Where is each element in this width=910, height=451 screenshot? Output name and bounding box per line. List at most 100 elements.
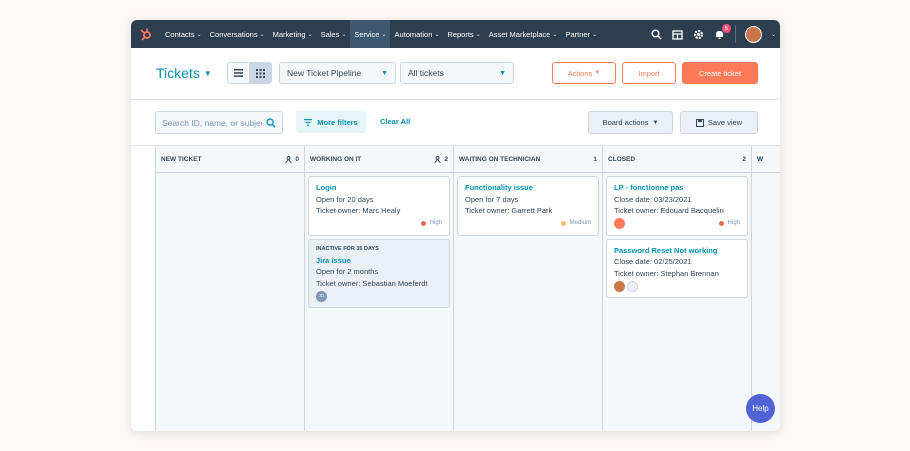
owner-label: Ticket owner: xyxy=(316,206,361,215)
nav-reports[interactable]: Reports ⌄ xyxy=(443,20,484,48)
nav-marketing[interactable]: Marketing ⌄ xyxy=(269,20,317,48)
priority-indicator: High xyxy=(420,218,442,230)
search-input[interactable]: Search ID, name, or subject xyxy=(155,111,283,134)
ticket-age: Open for 7 days xyxy=(465,194,519,204)
ticket-card[interactable]: Password Reset Not working Close date: 0… xyxy=(606,238,748,298)
notification-badge: 5 xyxy=(721,24,731,33)
nav-asset-marketplace[interactable]: Asset Marketplace ⌄ xyxy=(485,20,562,48)
column-header: CLOSED 2 xyxy=(603,146,751,173)
clear-all-link[interactable]: Clear All xyxy=(380,117,410,126)
owner-label: Ticket owner: xyxy=(316,278,361,288)
search-icon xyxy=(266,117,276,128)
owner-name: Stephan Brennan xyxy=(660,268,719,278)
priority-dot xyxy=(560,221,566,226)
marketplace-icon[interactable] xyxy=(672,28,684,40)
owner-label: Ticket owner: xyxy=(465,206,510,215)
column-header: WAITING ON TECHNICIAN 1 xyxy=(454,146,602,173)
create-ticket-button[interactable]: Create ticket xyxy=(682,62,758,84)
caret-down-icon: ▼ xyxy=(499,69,506,77)
column-working-on-it: WORKING ON IT 2 Login Open for 20 days T… xyxy=(305,146,454,431)
nav-sales[interactable]: Sales ⌄ xyxy=(317,20,351,48)
owner-label: Ticket owner: xyxy=(614,268,659,278)
hubspot-logo-icon[interactable] xyxy=(137,25,155,43)
owner-name: Edouard Bacquelin xyxy=(660,206,724,215)
close-date: Close date: 03/23/2021 xyxy=(614,194,692,204)
help-button[interactable]: Help xyxy=(746,394,775,423)
column-title: NEW TICKET xyxy=(161,155,202,163)
page-header: Tickets ▼ New Ticket Pipeline ▼ All ticket… xyxy=(131,48,780,100)
list-view-icon[interactable] xyxy=(228,63,249,83)
owner-avatar[interactable]: JD xyxy=(316,290,327,302)
owner-name: Sebastian Moeferdt xyxy=(362,278,428,288)
hubspot-avatar-icon[interactable] xyxy=(614,218,625,229)
nav-divider xyxy=(734,25,736,43)
view-select[interactable]: All tickets ▼ xyxy=(400,62,514,84)
column-title: CLOSED xyxy=(608,155,636,163)
column-count: 1 xyxy=(593,155,597,163)
column-new-ticket: NEW TICKET 0 xyxy=(156,146,305,431)
ticket-card[interactable]: Functionality issue Open for 7 days Tick… xyxy=(457,176,599,236)
ticket-age: Open for 20 days xyxy=(316,194,374,204)
board-actions-button[interactable]: Board actions ▼ xyxy=(588,111,673,134)
app-window: Contacts ⌄ Conversations ⌄ Marketing ⌄ Sale… xyxy=(131,20,780,431)
filter-bar: Search ID, name, or subject More filters… xyxy=(131,100,780,146)
ticket-name-link[interactable]: Jira issue xyxy=(316,255,442,267)
actions-button[interactable]: Actions ▼ xyxy=(552,62,616,84)
board-view-icon[interactable] xyxy=(249,63,271,83)
column-header: NEW TICKET 0 xyxy=(156,146,304,173)
ticket-card[interactable]: INACTIVE FOR 35 DAYS Jira issue Open for… xyxy=(308,238,450,308)
column-header: WORKING ON IT 2 xyxy=(305,146,453,173)
column-closed: CLOSED 2 LP - fonctionne pas Close date:… xyxy=(603,146,752,431)
page-title[interactable]: Tickets ▼ xyxy=(156,65,212,81)
save-view-button[interactable]: Save view xyxy=(680,111,758,134)
ticket-name-link[interactable]: Functionality issue xyxy=(465,182,591,194)
nav-automation[interactable]: Automation ⌄ xyxy=(390,20,443,48)
column-count: 2 xyxy=(742,155,746,163)
ticket-board: NEW TICKET 0 WORKING ON IT 2 Login Open … xyxy=(155,146,780,431)
nav-service[interactable]: Service ⌄ xyxy=(350,20,391,48)
import-button[interactable]: Import xyxy=(622,62,676,84)
owner-name: Marc Healy xyxy=(362,206,401,215)
column-partial: W xyxy=(752,146,780,431)
ticket-age: Open for 2 months xyxy=(316,267,379,276)
nav-contacts[interactable]: Contacts ⌄ xyxy=(161,20,206,48)
caret-down-icon: ▼ xyxy=(381,69,388,77)
nav-conversations[interactable]: Conversations ⌄ xyxy=(206,20,269,48)
close-date: Close date: 02/25/2021 xyxy=(614,257,692,266)
notifications-icon[interactable]: 5 xyxy=(714,24,731,40)
search-icon[interactable] xyxy=(651,28,663,40)
more-filters-button[interactable]: More filters xyxy=(296,111,366,133)
owner-avatar[interactable] xyxy=(614,280,625,292)
top-navigation: Contacts ⌄ Conversations ⌄ Marketing ⌄ Sale… xyxy=(131,20,780,48)
user-avatar[interactable] xyxy=(744,25,762,43)
ticket-name-link[interactable]: Login xyxy=(316,182,442,194)
gear-icon[interactable] xyxy=(693,28,705,40)
nav-utilities: 5 ⌄ xyxy=(651,20,776,48)
column-header: W xyxy=(752,146,780,173)
caret-down-icon: ▼ xyxy=(203,68,212,78)
ticket-name-link[interactable]: Password Reset Not working xyxy=(614,245,740,257)
column-title: WORKING ON IT xyxy=(310,155,362,163)
ticket-name-link[interactable]: LP - fonctionne pas xyxy=(614,182,740,194)
ticket-card[interactable]: Login Open for 20 days Ticket owner: Mar… xyxy=(308,176,450,236)
priority-indicator: Medium xyxy=(560,218,591,230)
filter-icon xyxy=(304,118,313,126)
people-icon xyxy=(285,155,293,163)
inactive-tag: INACTIVE FOR 35 DAYS xyxy=(316,245,379,252)
column-count: 0 xyxy=(295,155,299,163)
chevron-down-icon[interactable]: ⌄ xyxy=(771,31,776,38)
nav-partner[interactable]: Partner ⌄ xyxy=(561,20,601,48)
pipeline-select[interactable]: New Ticket Pipeline ▼ xyxy=(279,62,396,84)
priority-indicator: High xyxy=(718,218,740,230)
save-icon xyxy=(695,118,704,127)
view-toggle xyxy=(227,62,272,84)
owner-name: Garrett Park xyxy=(511,206,553,215)
owner-label: Ticket owner: xyxy=(614,206,659,215)
column-waiting-on-technician: WAITING ON TECHNICIAN 1 Functionality is… xyxy=(454,146,603,431)
contact-avatar[interactable] xyxy=(627,280,638,292)
people-icon xyxy=(434,155,442,163)
priority-dot xyxy=(718,221,724,226)
column-title: WAITING ON TECHNICIAN xyxy=(459,155,541,163)
ticket-card[interactable]: LP - fonctionne pas Close date: 03/23/20… xyxy=(606,176,748,236)
priority-dot xyxy=(420,221,426,226)
